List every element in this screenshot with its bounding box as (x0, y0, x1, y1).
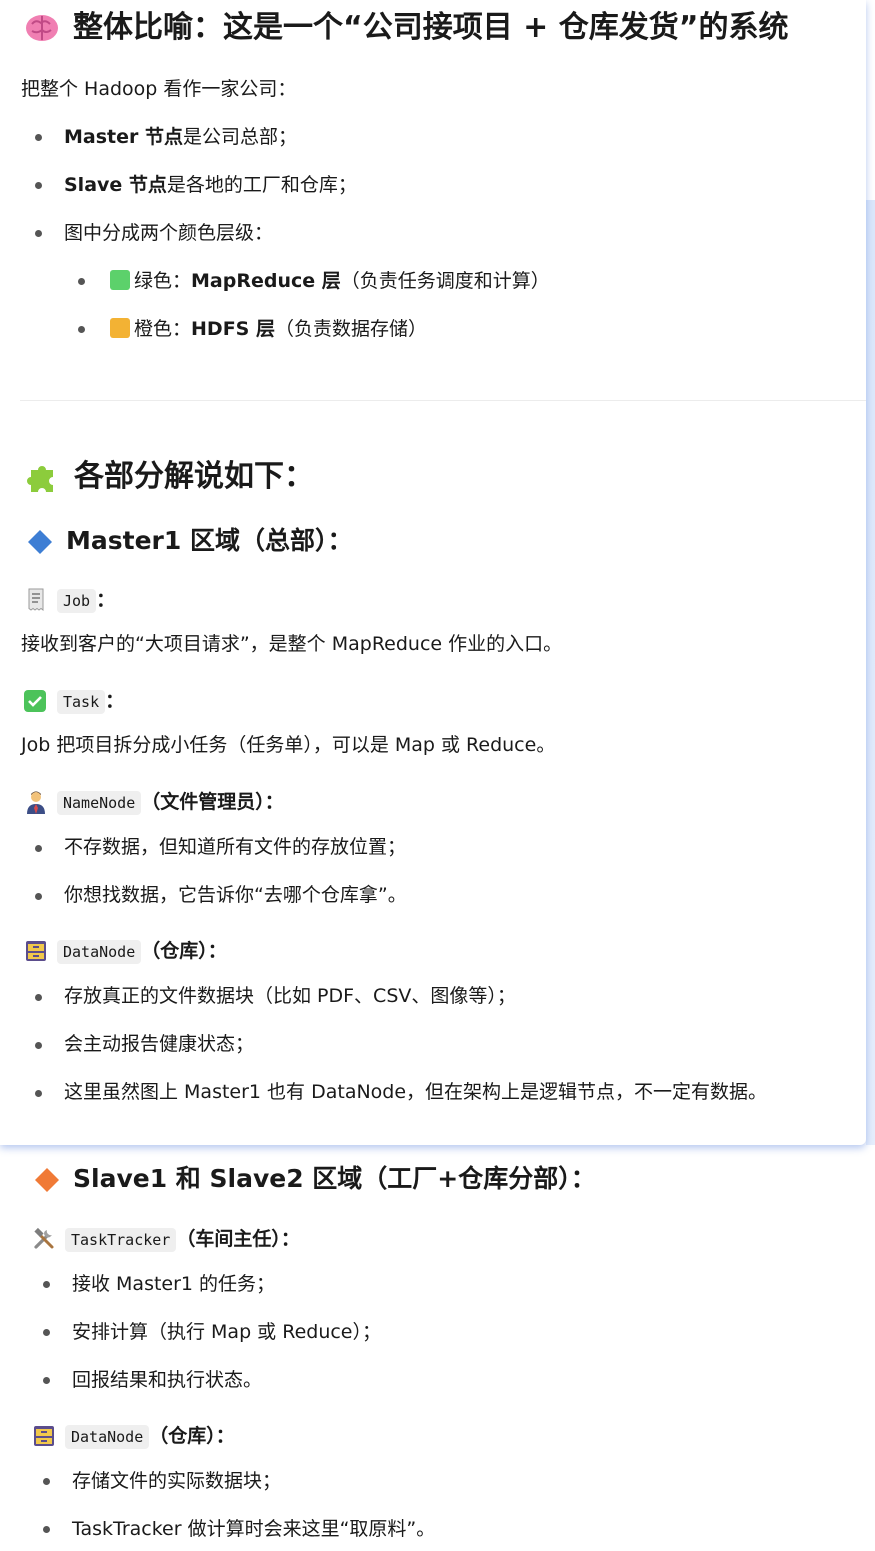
bullet-dot (43, 1329, 50, 1336)
file-cabinet-icon (25, 940, 47, 962)
subsection-title: Master1 区域（总部）： (66, 526, 353, 555)
section-title: 各部分解说如下： (74, 459, 314, 494)
file-cabinet-icon (33, 1425, 55, 1447)
list-item: 回报结果和执行状态。 (72, 1369, 263, 1391)
bullet-dot (35, 182, 42, 189)
brain-icon (24, 10, 60, 46)
list-item: 存放真正的文件数据块（比如 PDF、CSV、图像等）； (64, 985, 516, 1007)
term-label: NameNode （文件管理员）： (57, 788, 284, 817)
term-label: Job： (57, 586, 115, 615)
list-item: 存储文件的实际数据块； (72, 1470, 282, 1492)
list-item: 图中分成两个颜色层级： (64, 222, 274, 244)
background-strip (866, 0, 875, 1145)
office-worker-icon (25, 790, 47, 814)
bullet-dot (43, 1478, 50, 1485)
term-description: Job 把项目拆分成小任务（任务单），可以是 Map 或 Reduce。 (21, 734, 556, 756)
section-title: 整体比喻：这是一个“公司接项目 + 仓库发货”的系统 (73, 10, 789, 45)
list-item: Master 节点是公司总部； (64, 126, 298, 148)
subsection-title: Slave1 和 Slave2 区域（工厂+仓库分部）： (73, 1164, 596, 1193)
green-square-icon (110, 270, 130, 290)
list-item: Slave 节点是各地的工厂和仓库； (64, 174, 357, 196)
bullet-dot (35, 1090, 42, 1097)
message-card: 整体比喻：这是一个“公司接项目 + 仓库发货”的系统 把整个 Hadoop 看作… (0, 0, 866, 1145)
list-item: 这里虽然图上 Master1 也有 DataNode，但在架构上是逻辑节点，不一… (64, 1081, 768, 1103)
bullet-dot (43, 1526, 50, 1533)
hammer-and-wrench-icon (32, 1227, 56, 1251)
bullet-dot (43, 1281, 50, 1288)
bullet-dot (35, 134, 42, 141)
divider (20, 400, 866, 401)
check-mark-icon (24, 690, 46, 712)
orange-square-icon (110, 318, 130, 338)
bullet-dot (35, 893, 42, 900)
bullet-dot (78, 326, 85, 333)
list-item: 不存数据，但知道所有文件的存放位置； (64, 836, 407, 858)
list-item: 接收 Master1 的任务； (72, 1273, 276, 1295)
bullet-dot (35, 230, 42, 237)
bullet-dot (35, 845, 42, 852)
receipt-icon (26, 588, 46, 612)
list-item-orange-layer: 橙色：HDFS 层（负责数据存储） (110, 315, 427, 343)
bullet-dot (43, 1377, 50, 1384)
bullet-dot (35, 1042, 42, 1049)
list-item-green-layer: 绿色：MapReduce 层（负责任务调度和计算） (110, 267, 550, 295)
list-item: TaskTracker 做计算时会来这里“取原料”。 (72, 1518, 436, 1540)
list-item: 安排计算（执行 Map 或 Reduce）； (72, 1321, 381, 1343)
list-item: 你想找数据，它告诉你“去哪个仓库拿”。 (64, 884, 407, 906)
intro-text: 把整个 Hadoop 看作一家公司： (21, 78, 297, 100)
blue-diamond-icon (26, 528, 54, 556)
orange-diamond-icon (33, 1166, 61, 1194)
term-label: TaskTracker （车间主任）： (65, 1225, 300, 1254)
bullet-dot (35, 994, 42, 1001)
list-item: 会主动报告健康状态； (64, 1033, 255, 1055)
bullet-dot (78, 278, 85, 285)
term-label: Task： (57, 687, 124, 716)
puzzle-icon (25, 458, 61, 494)
term-label: DataNode （仓库）： (65, 1422, 235, 1451)
term-description: 接收到客户的“大项目请求”，是整个 MapReduce 作业的入口。 (21, 633, 563, 655)
term-label: DataNode （仓库）： (57, 937, 227, 966)
